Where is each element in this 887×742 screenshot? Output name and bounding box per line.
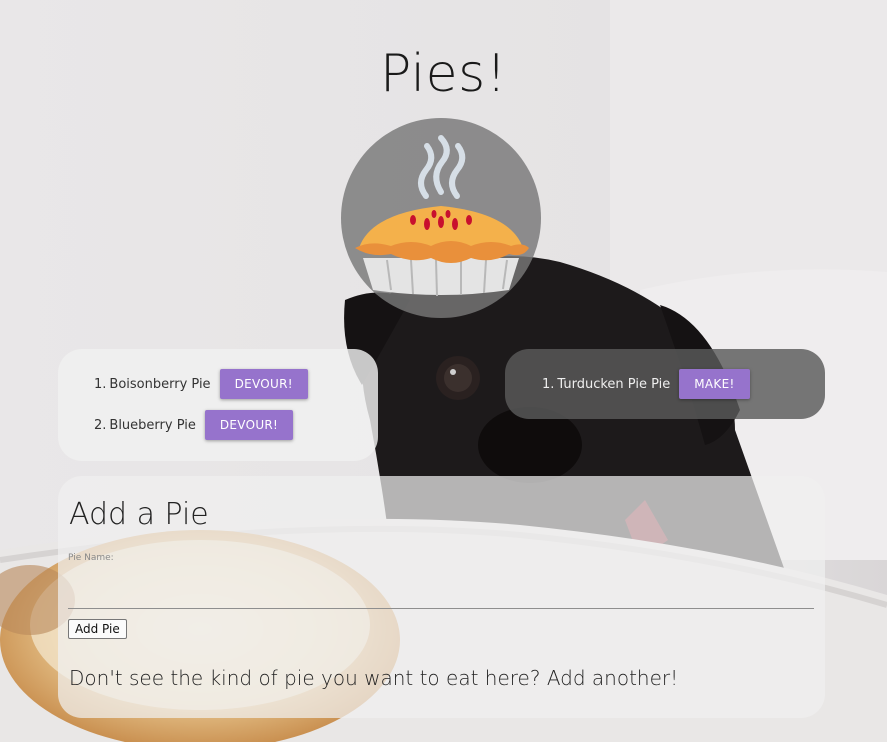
devour-button[interactable]: DEVOUR! <box>219 369 308 399</box>
list-item-label: Blueberry Pie <box>109 417 196 433</box>
form-heading: Add a Pie <box>69 497 209 532</box>
add-pie-form: Add a Pie Pie Name: Add Pie Don't see th… <box>58 476 825 718</box>
list-item-number: 1. <box>94 376 107 392</box>
form-footer-text: Don't see the kind of pie you want to ea… <box>69 666 679 690</box>
list-item-label: Turducken Pie Pie <box>557 376 671 392</box>
make-list-panel: 1. Turducken Pie Pie MAKE! <box>505 349 825 419</box>
add-pie-button[interactable]: Add Pie <box>68 619 127 639</box>
list-item-number: 1. <box>542 376 555 392</box>
list-item: 2. Blueberry Pie DEVOUR! <box>94 410 294 440</box>
list-item: 1. Turducken Pie Pie MAKE! <box>542 369 750 399</box>
page-title: Pies! <box>379 44 508 104</box>
pie-icon <box>341 118 541 318</box>
devour-button[interactable]: DEVOUR! <box>204 410 294 440</box>
pie-name-input[interactable] <box>68 568 814 609</box>
eat-list-panel: 1. Boisonberry Pie DEVOUR! 2. Blueberry … <box>58 349 378 461</box>
list-item-label: Boisonberry Pie <box>109 376 211 392</box>
list-item-number: 2. <box>94 417 107 433</box>
list-item: 1. Boisonberry Pie DEVOUR! <box>94 369 308 399</box>
make-button[interactable]: MAKE! <box>679 369 750 399</box>
pie-name-label: Pie Name: <box>68 553 114 563</box>
